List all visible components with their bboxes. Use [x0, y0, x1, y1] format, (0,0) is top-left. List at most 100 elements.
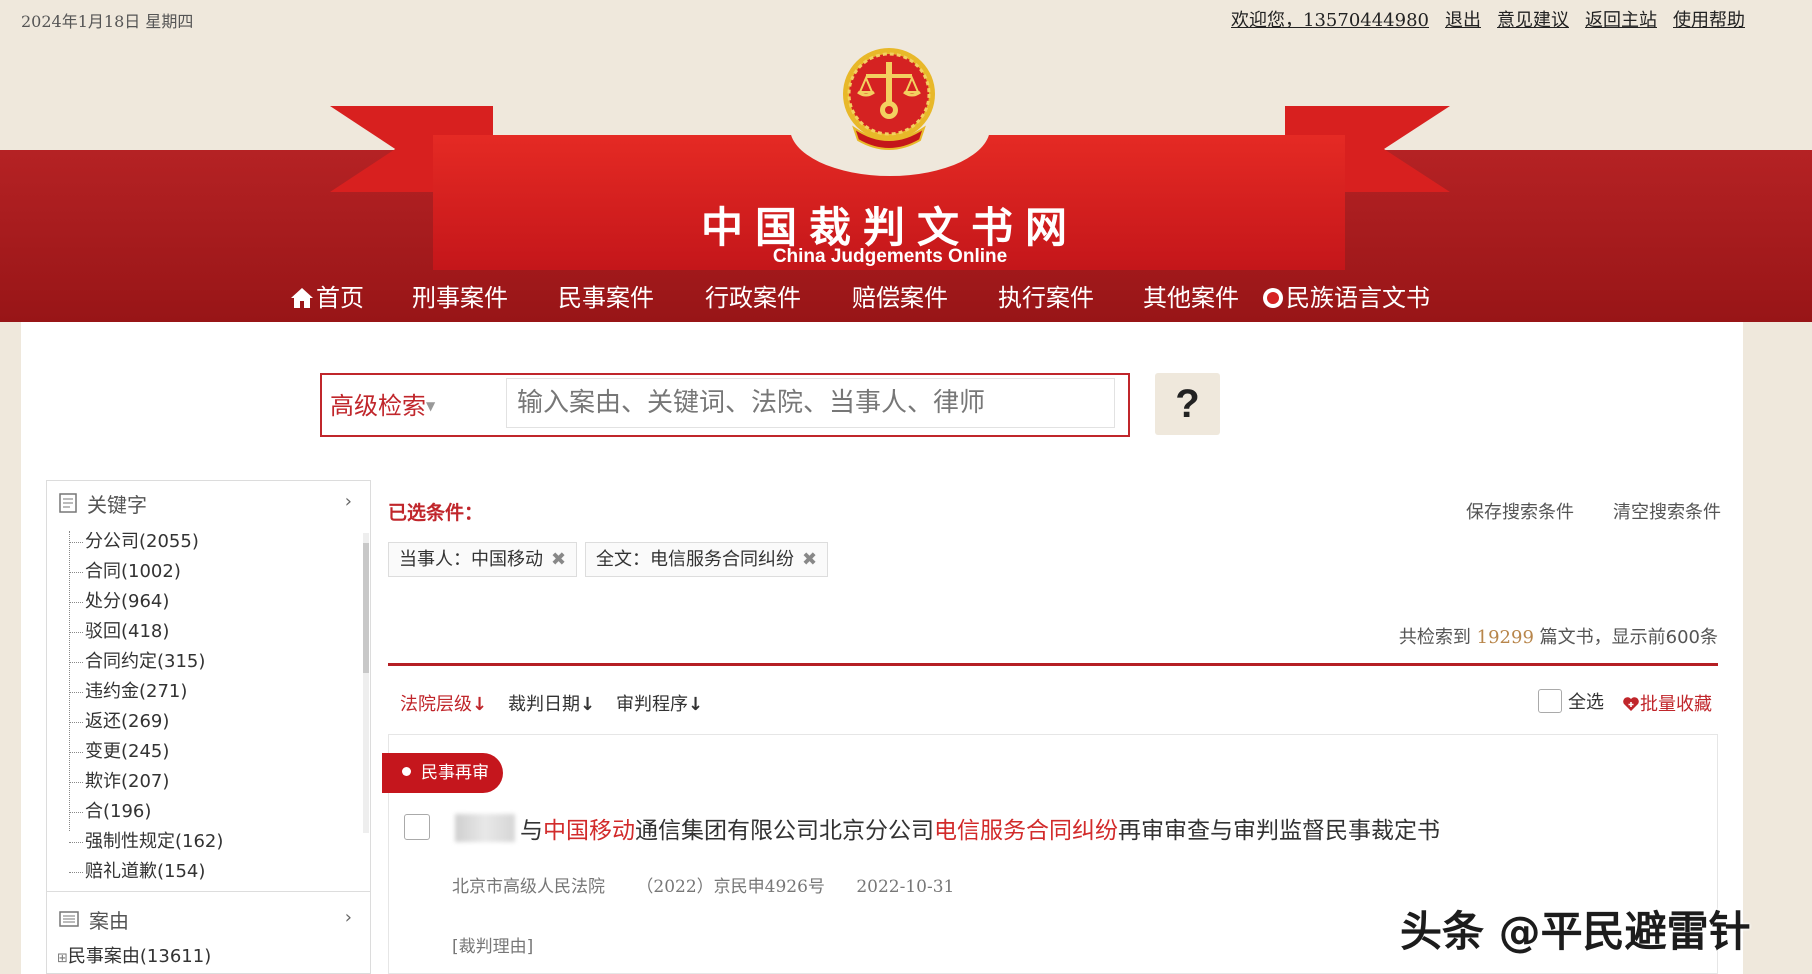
nav-compensation[interactable]: 赔偿案件: [852, 278, 998, 314]
batch-favorite-button[interactable]: 批量收藏: [1622, 690, 1712, 716]
heart-plus-icon: [1623, 697, 1639, 711]
nav-administrative[interactable]: 行政案件: [705, 278, 852, 314]
advanced-search-dropdown[interactable]: 高级检索▼: [330, 386, 435, 421]
main-nav: 首页 刑事案件 民事案件 行政案件 赔偿案件 执行案件 其他案件 民族语言文书: [290, 278, 1430, 314]
title-highlight: 电信服务合同纠纷: [934, 818, 1118, 844]
result-checkbox[interactable]: [404, 814, 430, 840]
keyword-section-title: 关键字: [87, 492, 147, 517]
condition-tag-label: 全文：电信服务合同纠纷: [596, 549, 794, 570]
keyword-item[interactable]: 违约金(271): [67, 677, 347, 707]
condition-tag: 当事人：中国移动 ✖: [388, 542, 578, 577]
keyword-item[interactable]: 赔礼道歉(154): [67, 857, 347, 887]
nav-civil[interactable]: 民事案件: [558, 278, 705, 314]
title-segment: 与: [520, 818, 543, 844]
select-all-control[interactable]: 全选: [1538, 688, 1604, 714]
scrollbar-thumb[interactable]: [363, 543, 369, 673]
sort-arrow-icon: ↓: [688, 694, 704, 715]
national-court-emblem-icon: [843, 48, 935, 150]
result-court: 北京市高级人民法院: [452, 877, 605, 897]
title-segment: 通信集团有限公司北京分公司: [635, 818, 934, 844]
site-subtitle: China Judgements Online: [772, 246, 1008, 267]
chevron-right-icon: ›: [344, 907, 352, 928]
sort-trial-procedure-label: 审判程序: [616, 694, 688, 715]
nav-criminal[interactable]: 刑事案件: [412, 278, 558, 314]
select-all-label: 全选: [1568, 692, 1604, 713]
sort-judgment-date-label: 裁判日期: [508, 694, 580, 715]
document-icon: [59, 493, 77, 513]
nav-other[interactable]: 其他案件: [1143, 278, 1262, 314]
keyword-item[interactable]: 返还(269): [67, 707, 347, 737]
selected-conditions-label: 已选条件：: [388, 502, 484, 524]
case-type-badge: 民事再审: [382, 753, 503, 793]
search-help-button[interactable]: ?: [1155, 373, 1220, 435]
advanced-search-label: 高级检索: [330, 392, 426, 420]
logout-link[interactable]: 退出: [1445, 6, 1481, 32]
condition-tag-label: 当事人：中国移动: [399, 549, 543, 570]
keyword-section-header[interactable]: 关键字 ›: [47, 481, 370, 525]
caret-down-icon: ▼: [426, 399, 436, 413]
keyword-item[interactable]: 合同(1002): [67, 557, 347, 587]
keyword-item[interactable]: 处分(964): [67, 587, 347, 617]
section-divider: [47, 891, 370, 892]
return-home-link[interactable]: 返回主站: [1585, 6, 1657, 32]
result-case-number: （2022）京民申4926号: [636, 877, 825, 897]
result-meta: 北京市高级人民法院 （2022）京民申4926号 2022-10-31: [452, 872, 980, 897]
batch-favorite-label: 批量收藏: [1640, 694, 1712, 715]
sort-judgment-date[interactable]: 裁判日期↓: [508, 690, 595, 716]
case-type-label: 民事再审: [421, 763, 489, 783]
nav-enforcement[interactable]: 执行案件: [998, 278, 1143, 314]
result-count-prefix: 共检索到: [1398, 627, 1471, 648]
save-search-button[interactable]: 保存搜索条件: [1466, 498, 1574, 524]
keyword-list: 分公司(2055) 合同(1002) 处分(964) 驳回(418) 合同约定(…: [67, 527, 347, 887]
title-highlight: 中国移动: [543, 818, 635, 844]
expand-plus-icon[interactable]: ⊞: [57, 951, 68, 966]
keyword-scrollbar[interactable]: [363, 533, 369, 833]
sort-arrow-icon: ↓: [472, 694, 488, 715]
keyword-item[interactable]: 驳回(418): [67, 617, 347, 647]
current-date: 2024年1月18日 星期四: [21, 12, 194, 31]
filter-sidebar: 关键字 › 分公司(2055) 合同(1002) 处分(964) 驳回(418)…: [46, 480, 371, 974]
welcome-user-link[interactable]: 欢迎您，13570444980: [1231, 6, 1429, 32]
keyword-item[interactable]: 合同约定(315): [67, 647, 347, 677]
keyword-item[interactable]: 变更(245): [67, 737, 347, 767]
top-bar: 2024年1月18日 星期四 欢迎您，13570444980 退出 意见建议 返…: [0, 0, 1812, 40]
list-icon: [59, 911, 79, 927]
title-segment: 再审审查与审判监督民事裁定书: [1118, 818, 1440, 844]
nav-ethnic-language-label: 民族语言文书: [1286, 284, 1430, 312]
result-count-suffix: 篇文书，显示前600条: [1539, 627, 1718, 648]
redacted-party-name: [455, 814, 515, 842]
user-links: 欢迎您，13570444980 退出 意见建议 返回主站 使用帮助: [1231, 6, 1745, 32]
keyword-item[interactable]: 合(196): [67, 797, 347, 827]
select-all-checkbox[interactable]: [1538, 689, 1562, 713]
feedback-link[interactable]: 意见建议: [1497, 6, 1569, 32]
clear-search-button[interactable]: 清空搜索条件: [1613, 498, 1721, 524]
condition-tag: 全文：电信服务合同纠纷 ✖: [585, 542, 829, 577]
results-divider: [388, 663, 1718, 666]
badge-dot-icon: [402, 767, 411, 776]
nav-ethnic-language[interactable]: 民族语言文书: [1262, 278, 1430, 314]
sort-arrow-icon: ↓: [580, 694, 596, 715]
result-count: 共检索到 19299 篇文书，显示前600条: [1399, 623, 1718, 649]
cause-item-label: 民事案由(13611): [67, 946, 212, 967]
nav-home[interactable]: 首页: [290, 278, 412, 314]
cause-section-title: 案由: [89, 908, 129, 933]
search-input[interactable]: [506, 378, 1115, 428]
remove-tag-icon[interactable]: ✖: [802, 549, 817, 570]
keyword-item[interactable]: 强制性规定(162): [67, 827, 347, 857]
cause-item[interactable]: ⊞民事案由(13611): [57, 942, 211, 968]
sort-trial-procedure[interactable]: 审判程序↓: [616, 690, 703, 716]
result-count-number: 19299: [1476, 627, 1534, 648]
nav-home-label: 首页: [316, 284, 364, 312]
result-date: 2022-10-31: [856, 877, 955, 897]
ethnic-language-icon: [1263, 288, 1283, 308]
result-title-link[interactable]: 与中国移动通信集团有限公司北京分公司电信服务合同纠纷再审审查与审判监督民事裁定书: [520, 811, 1440, 845]
keyword-item[interactable]: 分公司(2055): [67, 527, 347, 557]
result-reason: [裁判理由]: [452, 937, 534, 957]
keyword-item[interactable]: 欺诈(207): [67, 767, 347, 797]
help-link[interactable]: 使用帮助: [1673, 6, 1745, 32]
remove-tag-icon[interactable]: ✖: [551, 549, 566, 570]
chevron-right-icon: ›: [344, 491, 352, 512]
sort-court-level[interactable]: 法院层级↓: [400, 690, 487, 716]
cause-section-header[interactable]: 案由 ›: [47, 897, 370, 941]
watermark: 头条 @平民避雷针: [1400, 907, 1751, 956]
